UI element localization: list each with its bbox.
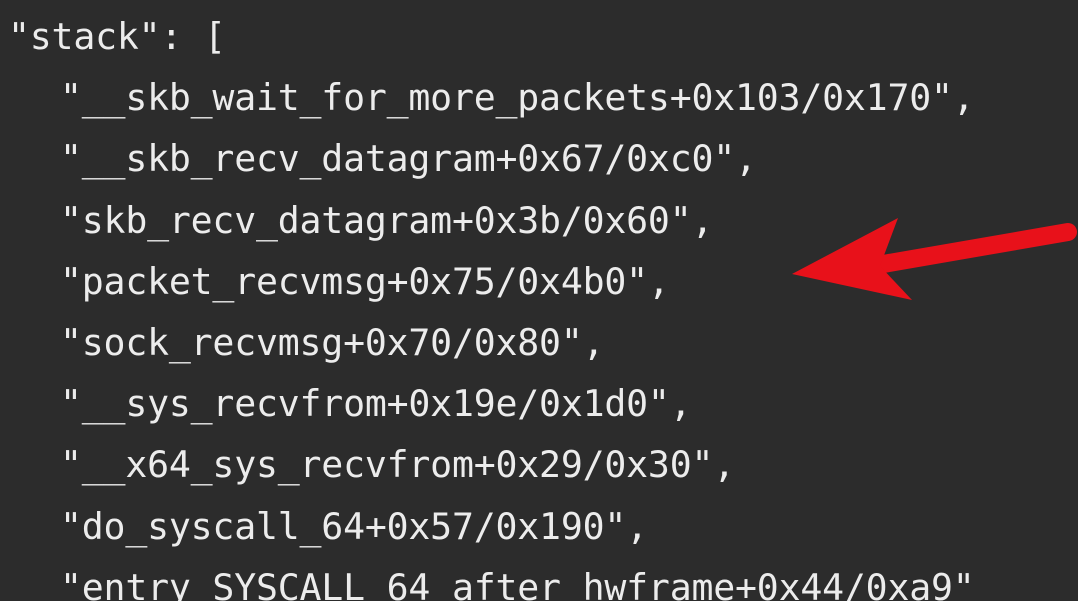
code-line-frame-1: "__skb_wait_for_more_packets+0x103/0x170… (8, 67, 975, 128)
code-line-frame-6: "__sys_recvfrom+0x19e/0x1d0", (8, 373, 975, 434)
stack-frame-text: "sock_recvmsg+0x70/0x80", (60, 320, 605, 364)
stack-frame-text: "skb_recv_datagram+0x3b/0x60", (60, 198, 714, 242)
stack-frame-text: "__skb_wait_for_more_packets+0x103/0x170… (60, 76, 975, 120)
code-editor: "stack": [ "__skb_wait_for_more_packets+0… (0, 0, 1078, 601)
stack-frame-text: "__x64_sys_recvfrom+0x29/0x30", (60, 443, 736, 487)
code-line-frame-2: "__skb_recv_datagram+0x67/0xc0", (8, 128, 975, 189)
stack-frame-text: "__skb_recv_datagram+0x67/0xc0", (60, 137, 757, 181)
code-line-frame-9: "entry_SYSCALL_64_after_hwframe+0x44/0xa… (8, 557, 975, 601)
code-line-stack-key: "stack": [ (8, 15, 226, 58)
code-line-frame-7: "__x64_sys_recvfrom+0x29/0x30", (8, 434, 975, 495)
code-line-frame-5: "sock_recvmsg+0x70/0x80", (8, 312, 975, 373)
stack-frame-text: "__sys_recvfrom+0x19e/0x1d0", (60, 382, 692, 426)
stack-frame-text: "packet_recvmsg+0x75/0x4b0", (60, 259, 670, 303)
stack-frame-text: "do_syscall_64+0x57/0x190", (60, 504, 648, 548)
arrow-shaft (851, 223, 1077, 277)
code-line-frame-8: "do_syscall_64+0x57/0x190", (8, 496, 975, 557)
stack-frame-text: "entry_SYSCALL_64_after_hwframe+0x44/0xa… (60, 565, 975, 601)
red-arrow-icon (792, 218, 1077, 300)
